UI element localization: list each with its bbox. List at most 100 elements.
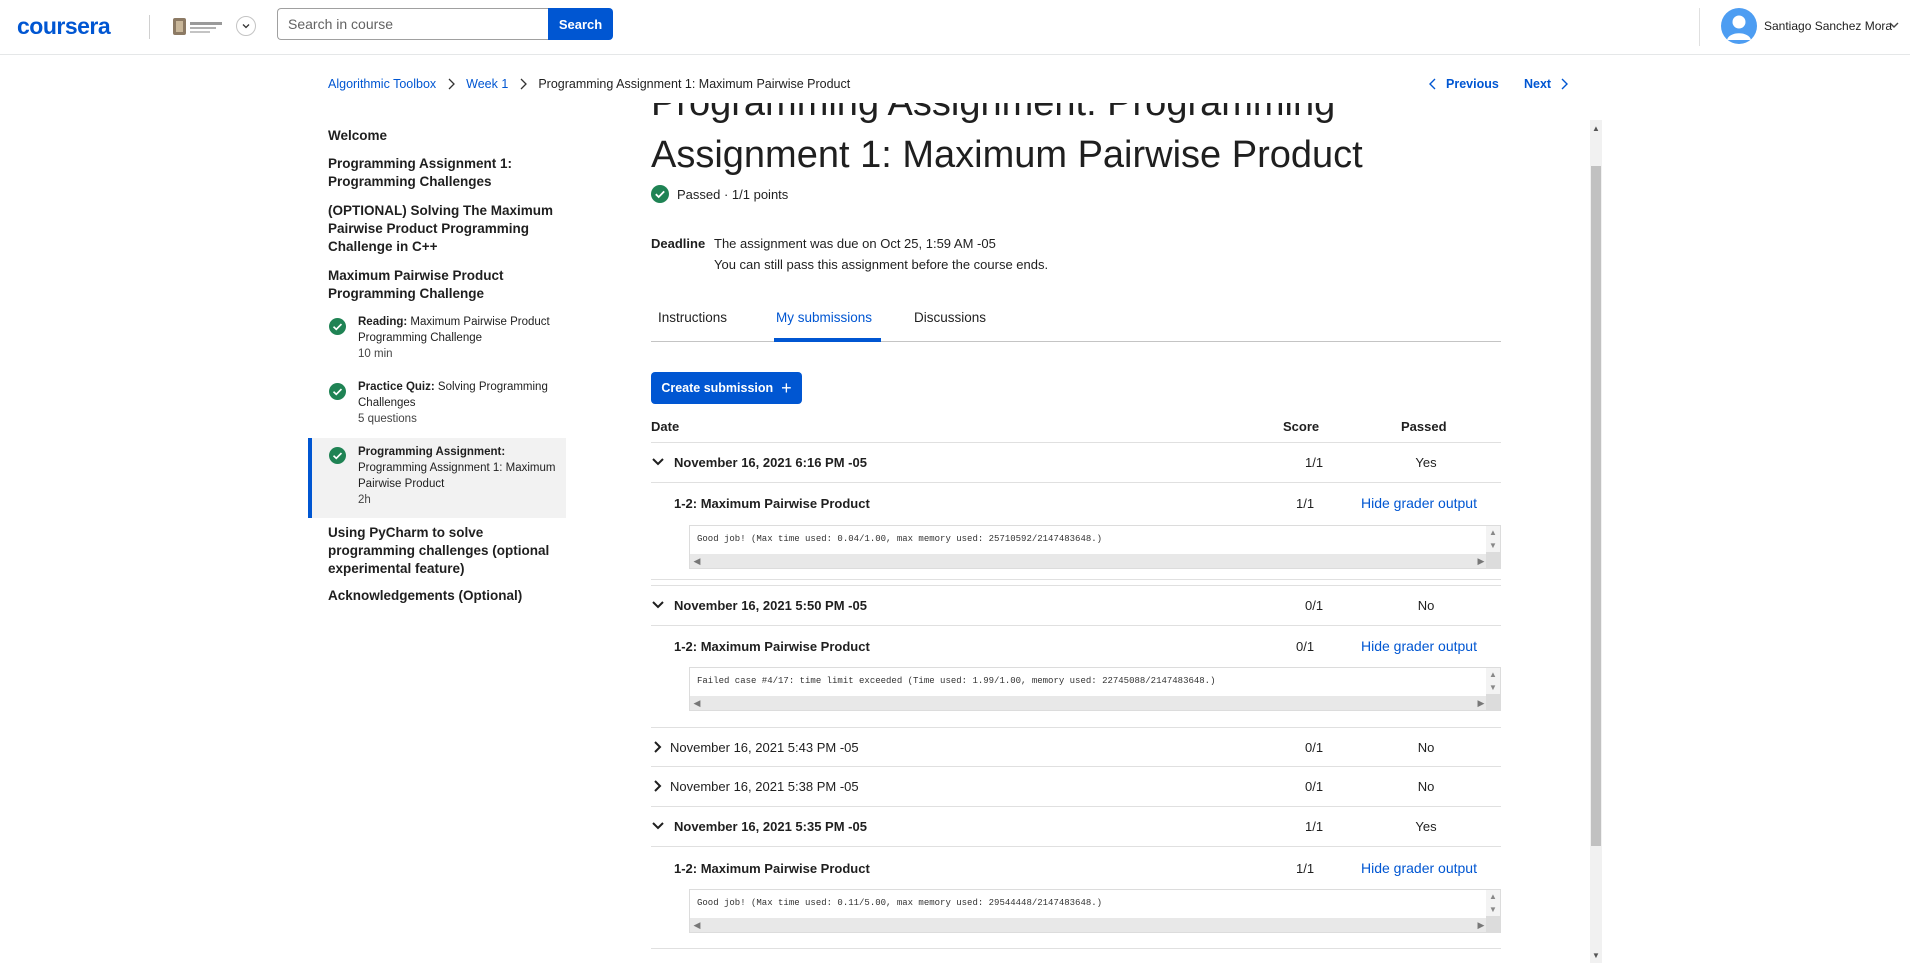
part-score: 1/1 (1296, 496, 1315, 511)
create-submission-label: Create submission (661, 381, 774, 395)
hide-grader-output-link[interactable]: Hide grader output (1361, 638, 1477, 654)
deadline-label: Deadline (651, 236, 706, 251)
check-circle-icon (329, 318, 346, 335)
column-score: Score (1283, 419, 1320, 434)
sidebar-section-welcome[interactable]: Welcome (328, 127, 558, 145)
vertical-scrollbar[interactable]: ▲ ▼ (1486, 890, 1500, 918)
horizontal-scrollbar[interactable]: ◀ ▶ (690, 696, 1488, 710)
logo-divider (149, 15, 150, 39)
breadcrumb-course[interactable]: Algorithmic Toolbox (328, 77, 436, 91)
page-title-clipped: Programming Assignment: Programming (651, 103, 1336, 124)
user-avatar[interactable] (1721, 8, 1757, 44)
column-date: Date (651, 419, 680, 434)
item-duration: 10 min (358, 348, 393, 360)
sidebar-item-text: Reading: Maximum Pairwise Product Progra… (358, 314, 558, 362)
grader-output-text: Good job! (Max time used: 0.04/1.00, max… (697, 534, 1103, 544)
next-label: Next (1524, 77, 1552, 91)
chevron-down-icon[interactable] (651, 598, 665, 612)
sidebar-section-optional-cpp[interactable]: (OPTIONAL) Solving The Maximum Pairwise … (328, 202, 558, 256)
breadcrumb-week[interactable]: Week 1 (466, 77, 508, 91)
grader-output-box[interactable]: Good job! (Max time used: 0.04/1.00, max… (689, 525, 1501, 569)
submission-row[interactable]: November 16, 2021 5:38 PM -05 0/1 No (651, 767, 1501, 807)
check-circle-icon (329, 447, 346, 464)
search-input[interactable] (277, 8, 548, 40)
top-navigation-bar: coursera Search Santiago Sanchez Mora (0, 0, 1910, 55)
create-submission-button[interactable]: Create submission + (651, 372, 802, 404)
sidebar-section-acknowledgements[interactable]: Acknowledgements (Optional) (328, 587, 558, 605)
part-name: 1-2: Maximum Pairwise Product (674, 861, 870, 876)
sidebar-item-text: Practice Quiz: Solving Programming Chall… (358, 379, 558, 427)
submissions-table-header: Date Score Passed (651, 408, 1501, 443)
horizontal-scrollbar[interactable]: ◀ ▶ (690, 554, 1488, 568)
item-title: Programming Assignment 1: Maximum Pairwi… (358, 462, 556, 490)
submission-passed: Yes (1415, 819, 1437, 834)
scroll-corner (1486, 694, 1500, 710)
tab-discussions[interactable]: Discussions (914, 310, 986, 325)
scroll-down-icon[interactable]: ▼ (1590, 947, 1602, 963)
part-score: 1/1 (1296, 861, 1315, 876)
submission-row[interactable]: November 16, 2021 5:50 PM -05 0/1 No (651, 585, 1501, 626)
submission-date: November 16, 2021 5:38 PM -05 (670, 779, 859, 794)
user-name[interactable]: Santiago Sanchez Mora (1764, 19, 1892, 33)
sidebar-item-reading[interactable]: Reading: Maximum Pairwise Product Progra… (308, 314, 566, 370)
scrollbar-thumb[interactable] (1591, 166, 1601, 846)
breadcrumb-current: Programming Assignment 1: Maximum Pairwi… (538, 77, 851, 91)
coursera-logo[interactable]: coursera (17, 13, 111, 40)
chevron-right-icon[interactable] (651, 740, 665, 754)
page-scrollbar[interactable]: ▲ ▼ (1590, 120, 1602, 963)
part-name: 1-2: Maximum Pairwise Product (674, 639, 870, 654)
sidebar-item-practice-quiz[interactable]: Practice Quiz: Solving Programming Chall… (308, 379, 566, 435)
vertical-scrollbar[interactable]: ▲ ▼ (1486, 668, 1500, 696)
chevron-right-icon (1561, 78, 1569, 90)
part-name: 1-2: Maximum Pairwise Product (674, 496, 870, 511)
submission-date: November 16, 2021 5:50 PM -05 (674, 598, 867, 613)
search-button[interactable]: Search (548, 8, 613, 40)
sidebar-section-pycharm[interactable]: Using PyCharm to solve programming chall… (328, 524, 558, 578)
submission-passed: No (1417, 779, 1435, 794)
chevron-down-icon[interactable] (651, 455, 665, 469)
item-type: Practice Quiz: (358, 381, 435, 393)
sidebar-item-programming-assignment[interactable]: Programming Assignment: Programming Assi… (308, 438, 566, 518)
deadline-note: You can still pass this assignment befor… (714, 257, 1049, 272)
submission-date: November 16, 2021 5:43 PM -05 (670, 740, 859, 755)
submission-row[interactable]: November 16, 2021 6:16 PM -05 1/1 Yes (651, 443, 1501, 483)
sidebar-section-max-pairwise[interactable]: Maximum Pairwise Product Programming Cha… (328, 267, 558, 303)
status-text: Passed · 1/1 points (677, 186, 789, 202)
submission-row[interactable]: November 16, 2021 5:35 PM -05 1/1 Yes (651, 807, 1501, 847)
partner-menu-button[interactable] (236, 16, 256, 36)
submission-date: November 16, 2021 5:35 PM -05 (674, 819, 867, 834)
sidebar-section-programming-challenges[interactable]: Programming Assignment 1: Programming Ch… (328, 155, 558, 191)
page-title: Assignment 1: Maximum Pairwise Product (651, 134, 1363, 176)
check-circle-icon (329, 383, 346, 400)
assignment-status: Passed · 1/1 points (651, 185, 788, 203)
scroll-up-icon[interactable]: ▲ (1590, 120, 1602, 136)
chevron-down-icon[interactable] (651, 819, 665, 833)
course-search: Search (277, 8, 613, 40)
item-type: Reading: (358, 316, 408, 328)
tab-instructions[interactable]: Instructions (658, 310, 727, 325)
chevron-right-icon[interactable] (651, 779, 665, 793)
chevron-right-icon (519, 78, 528, 90)
submission-row[interactable]: November 16, 2021 5:43 PM -05 0/1 No (651, 727, 1501, 767)
grader-output-text: Good job! (Max time used: 0.11/5.00, max… (697, 898, 1103, 908)
next-button[interactable]: Next (1524, 77, 1569, 91)
vertical-scrollbar[interactable]: ▲ ▼ (1486, 526, 1500, 554)
hide-grader-output-link[interactable]: Hide grader output (1361, 495, 1477, 511)
submission-passed: No (1417, 598, 1435, 613)
submission-passed: Yes (1415, 455, 1437, 470)
active-tab-indicator (774, 338, 881, 342)
scroll-corner (1486, 916, 1500, 932)
part-score: 0/1 (1296, 639, 1315, 654)
grader-output-box[interactable]: Good job! (Max time used: 0.11/5.00, max… (689, 889, 1501, 933)
user-icon (1727, 15, 1751, 40)
university-logo (173, 18, 222, 35)
grader-output-box[interactable]: Failed case #4/17: time limit exceeded (… (689, 667, 1501, 711)
hide-grader-output-link[interactable]: Hide grader output (1361, 860, 1477, 876)
deadline-date: The assignment was due on Oct 25, 1:59 A… (714, 236, 996, 251)
tab-my-submissions[interactable]: My submissions (776, 310, 872, 325)
horizontal-scrollbar[interactable]: ◀ ▶ (690, 918, 1488, 932)
previous-button[interactable]: Previous (1428, 77, 1499, 91)
breadcrumb: Algorithmic Toolbox Week 1 Programming A… (328, 77, 850, 91)
chevron-left-icon (1429, 78, 1436, 90)
chevron-down-icon[interactable] (1888, 19, 1900, 31)
